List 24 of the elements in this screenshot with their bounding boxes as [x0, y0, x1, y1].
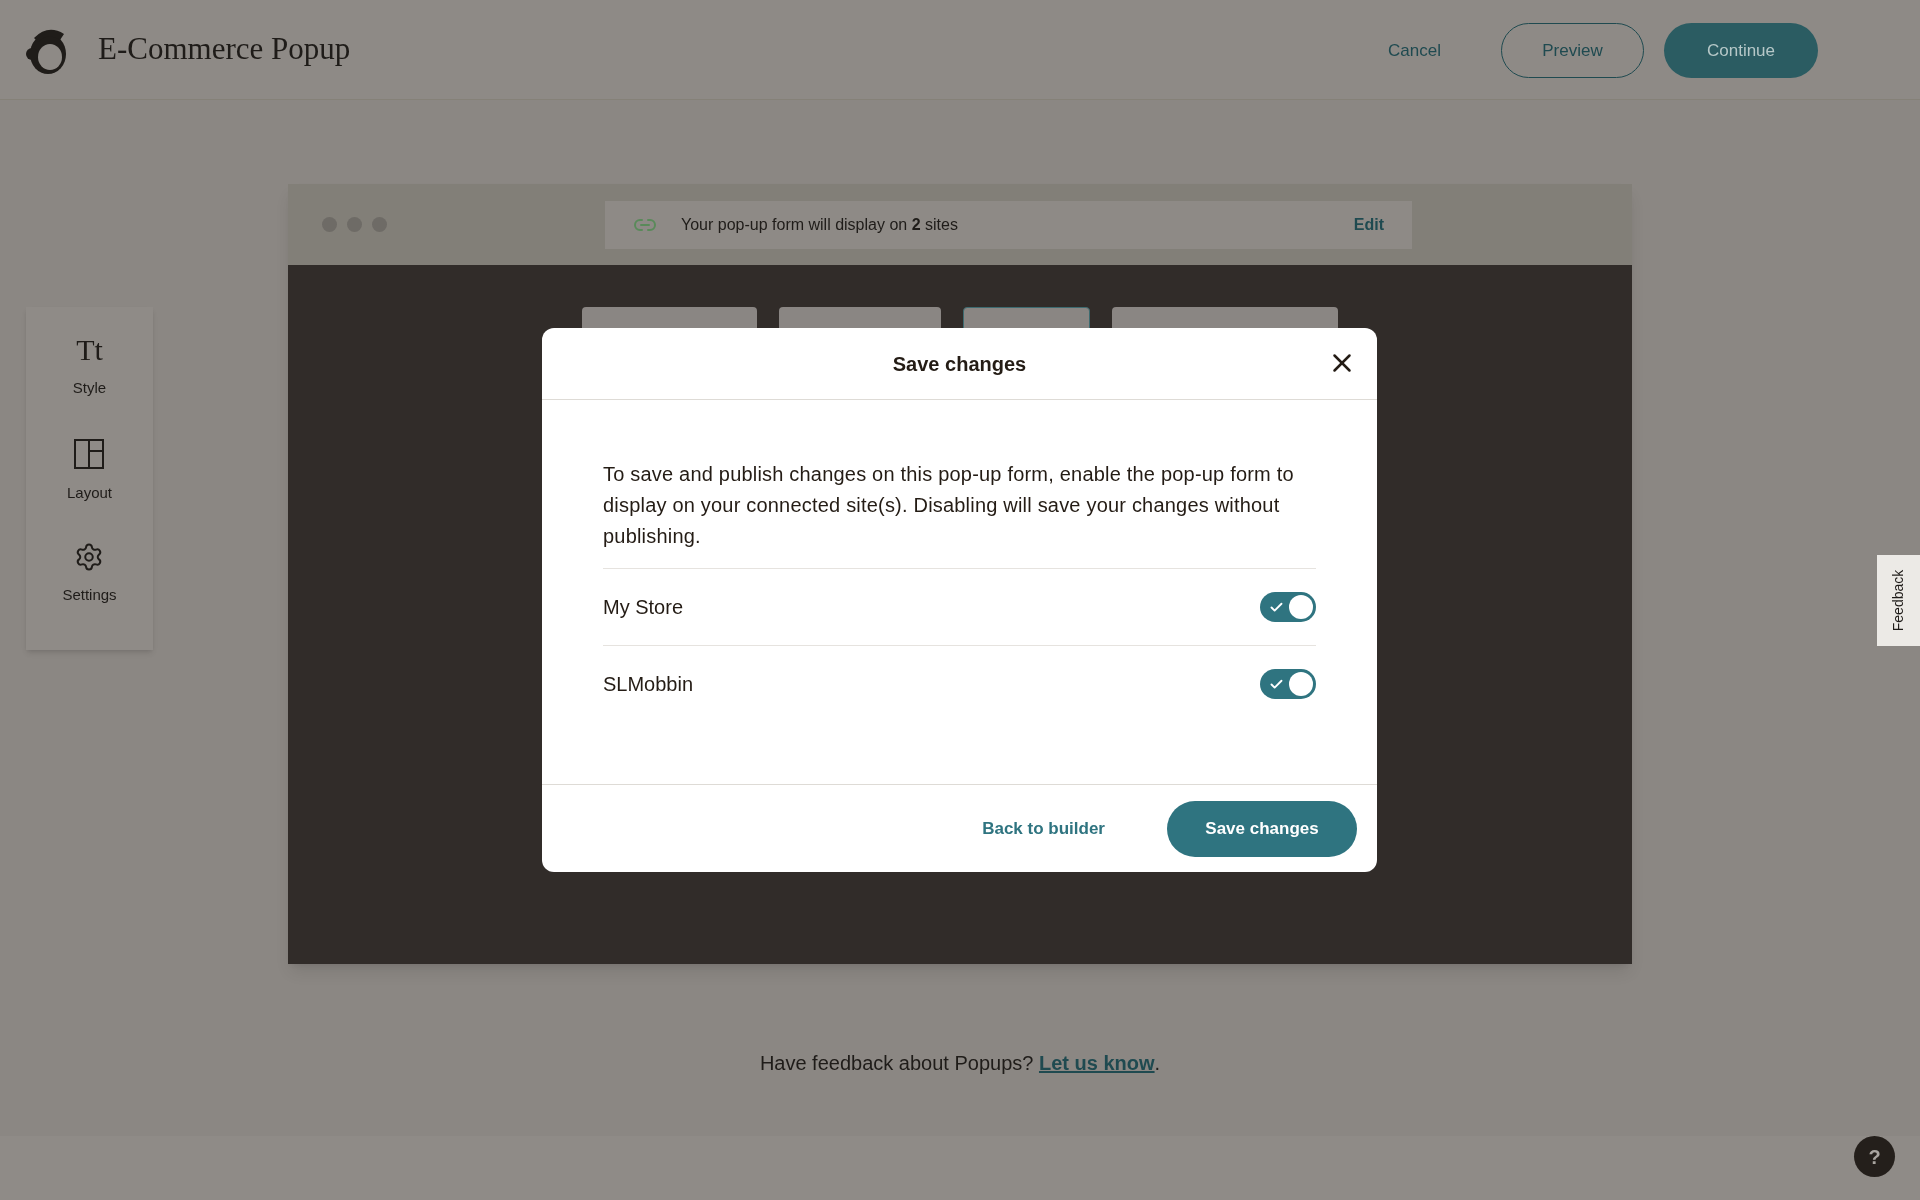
feedback-note: Have feedback about Popups? Let us know.	[758, 1051, 1162, 1076]
sidebar-item[interactable]: Tt Style	[72, 335, 107, 400]
toggle-switch[interactable]	[1260, 669, 1316, 699]
sidebar-item[interactable]: Layout	[66, 437, 112, 504]
sidebar-label: Style	[72, 378, 107, 398]
edit-link[interactable]: Edit	[1353, 212, 1384, 237]
feedback-tab[interactable]: Feedback	[1877, 555, 1920, 646]
layout-icon	[73, 437, 106, 470]
sidebar-item[interactable]: Settings	[62, 542, 117, 607]
site-name: My Store	[603, 595, 684, 620]
back-to-builder-button[interactable]: Back to builder	[982, 815, 1105, 842]
sidebar-label: Layout	[66, 482, 112, 503]
save-changes-button[interactable]: Save changes	[1167, 800, 1357, 857]
let-us-know-link[interactable]: Let us know	[1039, 1052, 1155, 1074]
sidebar-label: Settings	[62, 585, 117, 605]
cancel-button[interactable]: Cancel	[1388, 37, 1441, 64]
modal-title: Save changes	[892, 351, 1027, 377]
text-style-icon: Tt	[76, 335, 103, 365]
site-name: SLMobbin	[603, 672, 694, 697]
toggle-switch[interactable]	[1260, 592, 1316, 622]
modal-description: To save and publish changes on this pop-up form, enable the pop-up form to display on your connected site(s). Disabling will save your changes without publishing.	[603, 462, 1295, 549]
page-title: E-Commerce Popup	[98, 30, 351, 69]
notice-text: Your pop-up form will display on 2 sites	[681, 214, 958, 235]
continue-button[interactable]: Continue	[1664, 23, 1818, 78]
